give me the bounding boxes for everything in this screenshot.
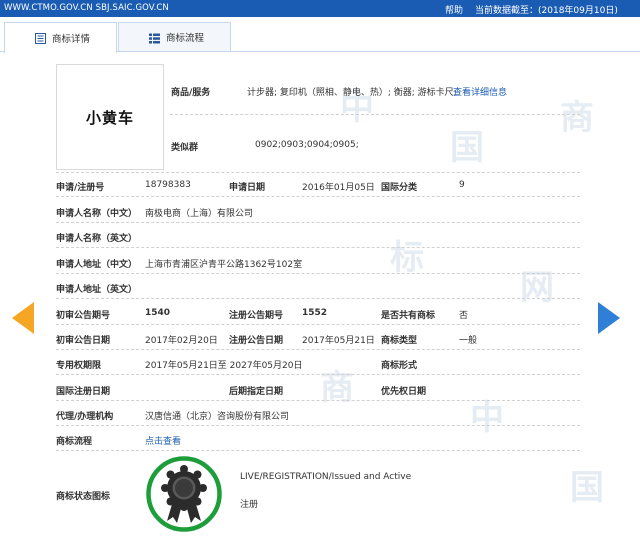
exclusive-label: 专用权期限 [56, 361, 102, 371]
goods-value: 计步器; 复印机（照相、静电、热）; 衡器; 游标卡尺; [247, 88, 457, 98]
tm-form-label: 商标形式 [381, 361, 418, 371]
app-no-value: 18798383 [145, 180, 191, 190]
tab-label: 商标详情 [52, 34, 91, 45]
app-date-value: 2016年01月05日 [302, 183, 375, 193]
intl-class-value: 9 [459, 180, 465, 190]
divider [170, 114, 580, 115]
process-label: 商标流程 [56, 437, 93, 447]
process-link[interactable]: 点击查看 [145, 434, 181, 447]
status-icon-label: 商标状态图标 [56, 492, 111, 502]
tm-type-value: 一般 [459, 336, 478, 346]
address-en-label: 申请人地址（英文） [56, 285, 138, 295]
divider [56, 450, 580, 451]
prelim-date-value: 2017年02月20日 [145, 336, 218, 346]
applicant-cn-label: 申请人名称（中文） [56, 209, 138, 219]
app-no-label: 申请/注册号 [56, 183, 105, 193]
applicant-en-label: 申请人名称（英文） [56, 234, 138, 244]
tab-trademark-detail[interactable]: 商标详情 [4, 22, 117, 53]
intl-reg-date-label: 国际注册日期 [56, 387, 111, 397]
intl-class-label: 国际分类 [381, 183, 418, 193]
trademark-name: 小黄车 [85, 108, 134, 127]
divider [56, 247, 580, 248]
reg-notice-date-value: 2017年05月21日 [302, 336, 375, 346]
agent-value: 汉唐信通（北京）咨询股份有限公司 [145, 412, 290, 422]
agent-label: 代理/办理机构 [56, 412, 114, 422]
divider [56, 324, 580, 325]
similar-group-label: 类似群 [171, 143, 199, 153]
watermark-glyph: 国 [450, 128, 484, 168]
later-date-label: 后期指定日期 [229, 387, 284, 397]
watermark-glyph: 网 [520, 268, 554, 308]
site-url[interactable]: WWW.CTMO.GOV.CN SBJ.SAIC.GOV.CN [4, 3, 169, 13]
watermark-glyph: 标 [390, 238, 424, 278]
shared-value: 否 [459, 311, 469, 321]
divider [56, 172, 580, 173]
watermark-glyph: 商 [320, 368, 354, 408]
reg-notice-no-label: 注册公告期号 [229, 311, 284, 321]
reg-notice-no-value: 1552 [302, 308, 328, 318]
address-cn-label: 申请人地址（中文） [56, 260, 138, 270]
divider [56, 425, 580, 426]
divider [56, 298, 580, 299]
divider [56, 400, 580, 401]
priority-label: 优先权日期 [381, 387, 427, 397]
goods-label: 商品/服务 [171, 88, 211, 98]
tab-bar: 商标详情 商标流程 [0, 20, 640, 53]
tab-trademark-process[interactable]: 商标流程 [118, 22, 231, 51]
tab-label: 商标流程 [166, 33, 205, 44]
prelim-no-value: 1540 [145, 308, 171, 318]
exclusive-value: 2017年05月21日至 2027年05月20日 [145, 361, 303, 371]
divider [56, 196, 580, 197]
rosette-icon [146, 456, 222, 532]
divider [56, 222, 580, 223]
status-en: LIVE/REGISTRATION/Issued and Active [240, 472, 412, 482]
prelim-date-label: 初审公告日期 [56, 336, 111, 346]
prelim-no-label: 初审公告期号 [56, 311, 111, 321]
address-cn-value: 上海市青浦区沪青平公路1362号102室 [145, 260, 303, 270]
divider [56, 349, 580, 350]
watermark-glyph: 国 [570, 468, 604, 508]
data-cutoff-date: 当前数据截至：(2018年09月10日) [475, 6, 618, 16]
list-icon [35, 33, 46, 44]
next-arrow-icon[interactable] [598, 302, 620, 334]
applicant-cn-value: 南极电商（上海）有限公司 [145, 209, 254, 219]
goods-detail-link[interactable]: 查看详细信息 [453, 85, 507, 98]
trademark-image: 小黄车 [56, 64, 164, 170]
shared-label: 是否共有商标 [381, 311, 436, 321]
divider [56, 374, 580, 375]
app-date-label: 申请日期 [229, 183, 266, 193]
process-icon [149, 33, 160, 44]
status-cn: 注册 [240, 500, 259, 510]
prev-arrow-icon[interactable] [12, 302, 34, 334]
top-bar: WWW.CTMO.GOV.CN SBJ.SAIC.GOV.CN 帮助 当前数据截… [0, 0, 640, 17]
help-link[interactable]: 帮助 [445, 3, 463, 16]
similar-group-value: 0902;0903;0904;0905; [255, 140, 359, 150]
tm-type-label: 商标类型 [381, 336, 418, 346]
divider [56, 273, 580, 274]
watermark-glyph: 中 [470, 398, 504, 438]
reg-notice-date-label: 注册公告日期 [229, 336, 284, 346]
